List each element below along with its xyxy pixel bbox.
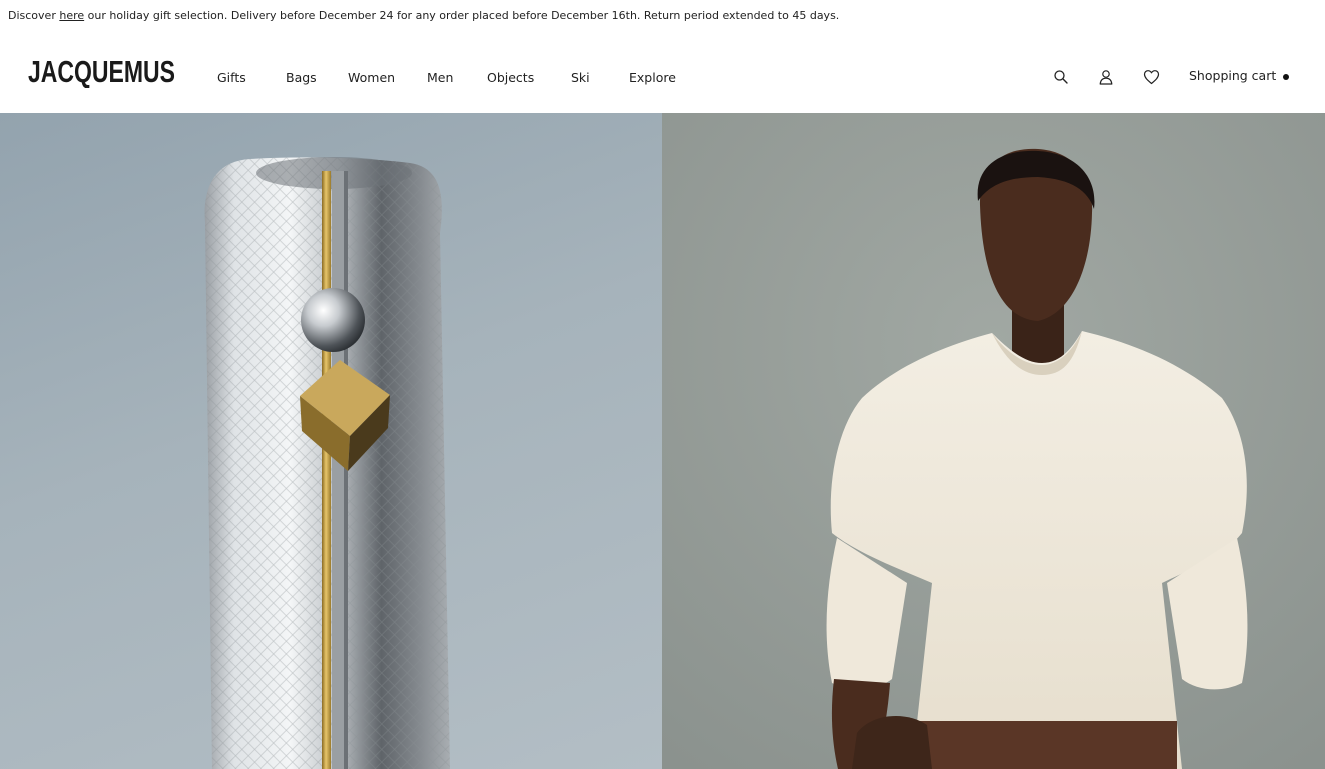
announcement-link[interactable]: here <box>59 9 84 22</box>
nav-item-explore[interactable]: Explore <box>629 66 676 90</box>
hero-image-bag[interactable] <box>0 113 662 769</box>
search-icon[interactable] <box>1050 62 1072 92</box>
announcement-bar: Discover here our holiday gift selection… <box>8 8 839 24</box>
nav-item-bags[interactable]: Bags <box>286 66 317 90</box>
brand-logo[interactable]: JACQUEMUS <box>28 54 176 88</box>
brand-logo-text: JACQUEMUS <box>28 54 175 88</box>
wishlist-heart-icon[interactable] <box>1140 62 1162 92</box>
announcement-prefix: Discover <box>8 9 56 22</box>
nav-item-ski[interactable]: Ski <box>571 66 590 90</box>
announcement-text: our holiday gift selection. Delivery bef… <box>87 9 840 22</box>
shopping-cart-link[interactable]: Shopping cart <box>1189 66 1276 86</box>
hero-image-model[interactable] <box>662 113 1325 769</box>
site-header: JACQUEMUS Gifts Bags Women Men Objects S… <box>0 32 1325 113</box>
cart-indicator-dot <box>1283 74 1289 80</box>
nav-item-women[interactable]: Women <box>348 66 395 90</box>
nav-item-objects[interactable]: Objects <box>487 66 534 90</box>
account-icon[interactable] <box>1095 62 1117 92</box>
nav-item-gifts[interactable]: Gifts <box>217 66 246 90</box>
nav-item-men[interactable]: Men <box>427 66 453 90</box>
